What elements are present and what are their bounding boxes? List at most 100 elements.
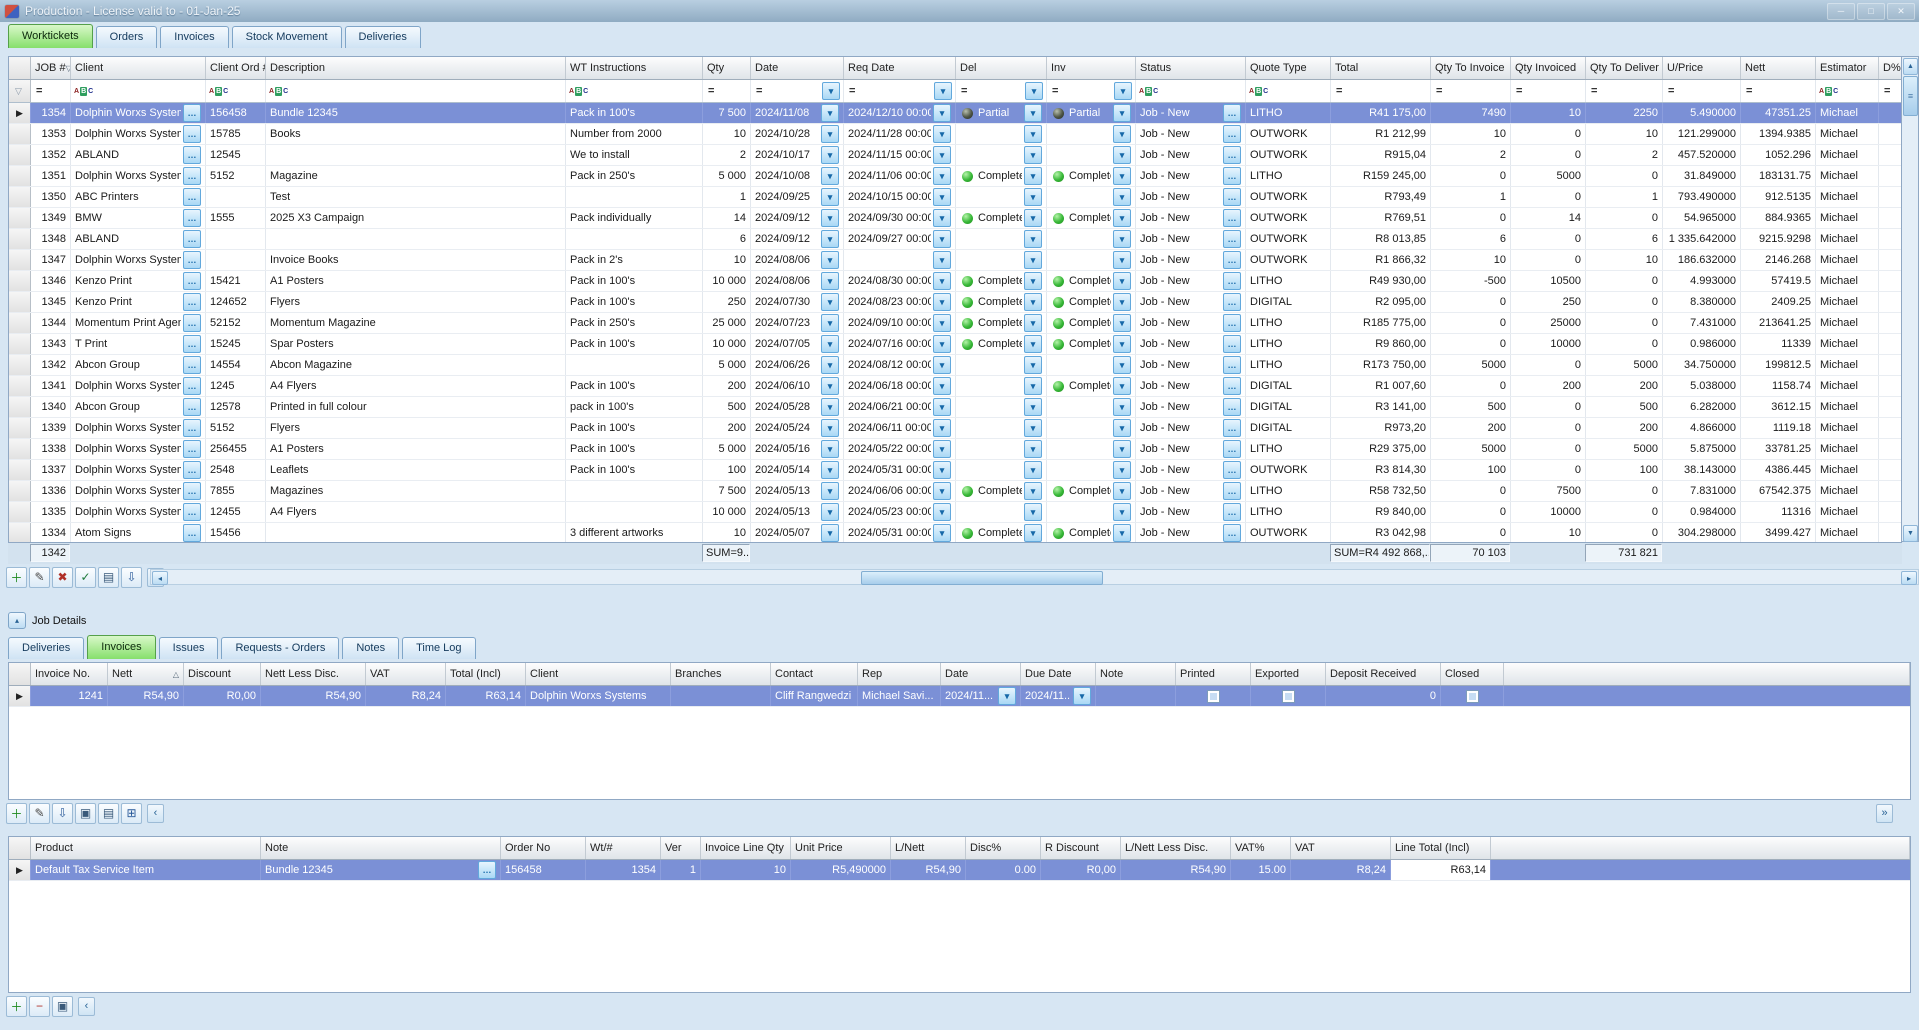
remove-button[interactable]: − bbox=[29, 996, 50, 1017]
cell-d_pct[interactable] bbox=[1879, 103, 1902, 123]
cell-del[interactable]: ▾ bbox=[956, 229, 1047, 249]
cell-qty_to_invoice[interactable]: 10 bbox=[1431, 124, 1511, 144]
cell-qty_to_invoice[interactable]: -500 bbox=[1431, 271, 1511, 291]
table-row[interactable]: 1339Dolphin Worxs Systems…5152FlyersPack… bbox=[9, 418, 1901, 439]
table-row[interactable]: 1350ABC Printers…Test12024/09/25▾2024/10… bbox=[9, 187, 1901, 208]
col-header-unit_price[interactable]: Unit Price bbox=[791, 837, 891, 859]
row-indicator-cell[interactable] bbox=[9, 292, 31, 312]
cell-description[interactable]: A1 Posters bbox=[266, 439, 566, 459]
cell-qty_invoiced[interactable]: 0 bbox=[1511, 418, 1586, 438]
cell-date[interactable]: 2024/10/17▾ bbox=[751, 145, 844, 165]
cell-quote_type[interactable]: DIGITAL bbox=[1246, 418, 1331, 438]
table-row[interactable]: 1341Dolphin Worxs Systems…1245A4 FlyersP… bbox=[9, 376, 1901, 397]
cell-u_price[interactable]: 4.993000 bbox=[1663, 271, 1741, 291]
cell-qty_invoiced[interactable]: 10500 bbox=[1511, 271, 1586, 291]
cell-d_pct[interactable] bbox=[1879, 271, 1902, 291]
cell-req_date[interactable]: 2024/05/31 00:00▾ bbox=[844, 523, 956, 543]
row-indicator-cell[interactable] bbox=[9, 376, 31, 396]
col-header-branches[interactable]: Branches bbox=[671, 663, 771, 685]
col-header-order_no[interactable]: Order No bbox=[501, 837, 586, 859]
cell-qty_to_invoice[interactable]: 0 bbox=[1431, 313, 1511, 333]
cell-del[interactable]: ▾ bbox=[956, 376, 1047, 396]
cell-note[interactable]: Bundle 12345… bbox=[261, 860, 501, 880]
filter-description[interactable]: ABC bbox=[266, 80, 566, 102]
cell-qty_to_deliver[interactable]: 2250 bbox=[1586, 103, 1663, 123]
cell-qty_invoiced[interactable]: 0 bbox=[1511, 187, 1586, 207]
cell-qty_to_deliver[interactable]: 0 bbox=[1586, 502, 1663, 522]
table-row[interactable]: 1347Dolphin Worxs Systems…Invoice BooksP… bbox=[9, 250, 1901, 271]
dropdown-button[interactable]: ▾ bbox=[1113, 419, 1131, 437]
cell-u_price[interactable]: 5.038000 bbox=[1663, 376, 1741, 396]
cell-estimator[interactable]: Michael bbox=[1816, 250, 1879, 270]
cell-client_ord[interactable]: 1245 bbox=[206, 376, 266, 396]
dropdown-button[interactable]: ▾ bbox=[821, 440, 839, 458]
dropdown-button[interactable]: ▾ bbox=[822, 82, 840, 100]
cell-job[interactable]: 1350 bbox=[31, 187, 71, 207]
dropdown-button[interactable]: ▾ bbox=[1113, 188, 1131, 206]
cell-qty_invoiced[interactable]: 5000 bbox=[1511, 166, 1586, 186]
ellipsis-button[interactable]: … bbox=[183, 335, 201, 353]
cell-status[interactable]: Job - New… bbox=[1136, 166, 1246, 186]
tab-stock-movement[interactable]: Stock Movement bbox=[232, 26, 342, 48]
cell-printed[interactable] bbox=[1176, 686, 1251, 706]
cell-nett[interactable]: 67542.375 bbox=[1741, 481, 1816, 501]
cell-l_nett[interactable]: R54,90 bbox=[891, 860, 966, 880]
dropdown-button[interactable]: ▾ bbox=[933, 461, 951, 479]
dropdown-button[interactable]: ▾ bbox=[1024, 419, 1042, 437]
cell-estimator[interactable]: Michael bbox=[1816, 313, 1879, 333]
tab-invoices[interactable]: Invoices bbox=[160, 26, 228, 48]
cell-client[interactable]: Dolphin Worxs Systems… bbox=[71, 418, 206, 438]
ellipsis-button[interactable]: … bbox=[183, 272, 201, 290]
cell-inv[interactable]: Complete▾ bbox=[1047, 292, 1136, 312]
cell-client_ord[interactable]: 15245 bbox=[206, 334, 266, 354]
dropdown-button[interactable]: ▾ bbox=[1024, 104, 1042, 122]
dropdown-button[interactable]: ▾ bbox=[1024, 335, 1042, 353]
collapse-panel-button[interactable]: ▴ bbox=[8, 612, 26, 629]
col-header-note[interactable]: Note bbox=[261, 837, 501, 859]
ellipsis-button[interactable]: … bbox=[1223, 293, 1241, 311]
dropdown-button[interactable]: ▾ bbox=[821, 167, 839, 185]
cell-qty_invoiced[interactable]: 250 bbox=[1511, 292, 1586, 312]
cell-qty_to_invoice[interactable]: 100 bbox=[1431, 460, 1511, 480]
cell-qty_to_deliver[interactable]: 1 bbox=[1586, 187, 1663, 207]
cell-total[interactable]: R29 375,00 bbox=[1331, 439, 1431, 459]
ellipsis-button[interactable]: … bbox=[183, 440, 201, 458]
cell-description[interactable] bbox=[266, 145, 566, 165]
col-header-wt_no[interactable]: Wt/# bbox=[586, 837, 661, 859]
col-header-closed[interactable]: Closed bbox=[1441, 663, 1504, 685]
cell-req_date[interactable]: 2024/06/06 00:00▾ bbox=[844, 481, 956, 501]
cell-qty_invoiced[interactable]: 10000 bbox=[1511, 502, 1586, 522]
cell-date[interactable]: 2024/09/12▾ bbox=[751, 229, 844, 249]
cell-nett[interactable]: 57419.5 bbox=[1741, 271, 1816, 291]
cell-job[interactable]: 1338 bbox=[31, 439, 71, 459]
dropdown-button[interactable]: ▾ bbox=[1113, 230, 1131, 248]
ellipsis-button[interactable]: … bbox=[1223, 104, 1241, 122]
cell-nett[interactable]: R54,90 bbox=[108, 686, 184, 706]
cell-description[interactable]: Flyers bbox=[266, 292, 566, 312]
cell-nett[interactable]: 1052.296 bbox=[1741, 145, 1816, 165]
col-header-u_price[interactable]: U/Price bbox=[1663, 57, 1741, 79]
ellipsis-button[interactable]: … bbox=[183, 230, 201, 248]
cell-req_date[interactable]: 2024/11/28 00:00▾ bbox=[844, 124, 956, 144]
dropdown-button[interactable]: ▾ bbox=[821, 419, 839, 437]
cell-u_price[interactable]: 793.490000 bbox=[1663, 187, 1741, 207]
dropdown-button[interactable]: ▾ bbox=[933, 104, 951, 122]
cell-req_date[interactable]: 2024/06/11 00:00▾ bbox=[844, 418, 956, 438]
table-row[interactable]: 1338Dolphin Worxs Systems…256455A1 Poste… bbox=[9, 439, 1901, 460]
cell-client[interactable]: Abcon Group… bbox=[71, 355, 206, 375]
cell-description[interactable]: Momentum Magazine bbox=[266, 313, 566, 333]
cell-client_ord[interactable]: 156458 bbox=[206, 103, 266, 123]
print-button[interactable]: ▤ bbox=[98, 803, 119, 824]
dropdown-button[interactable]: ▾ bbox=[1113, 440, 1131, 458]
cell-u_price[interactable]: 5.490000 bbox=[1663, 103, 1741, 123]
cell-client[interactable]: Dolphin Worxs Systems… bbox=[71, 166, 206, 186]
cell-nett[interactable]: 3499.427 bbox=[1741, 523, 1816, 543]
dropdown-button[interactable]: ▾ bbox=[821, 335, 839, 353]
dropdown-button[interactable]: ▾ bbox=[821, 503, 839, 521]
ellipsis-button[interactable]: … bbox=[1223, 419, 1241, 437]
cell-total[interactable]: R973,20 bbox=[1331, 418, 1431, 438]
cell-date[interactable]: 2024/07/23▾ bbox=[751, 313, 844, 333]
tab-orders[interactable]: Orders bbox=[96, 26, 158, 48]
cell-d_pct[interactable] bbox=[1879, 502, 1902, 522]
row-indicator-cell[interactable] bbox=[9, 250, 31, 270]
